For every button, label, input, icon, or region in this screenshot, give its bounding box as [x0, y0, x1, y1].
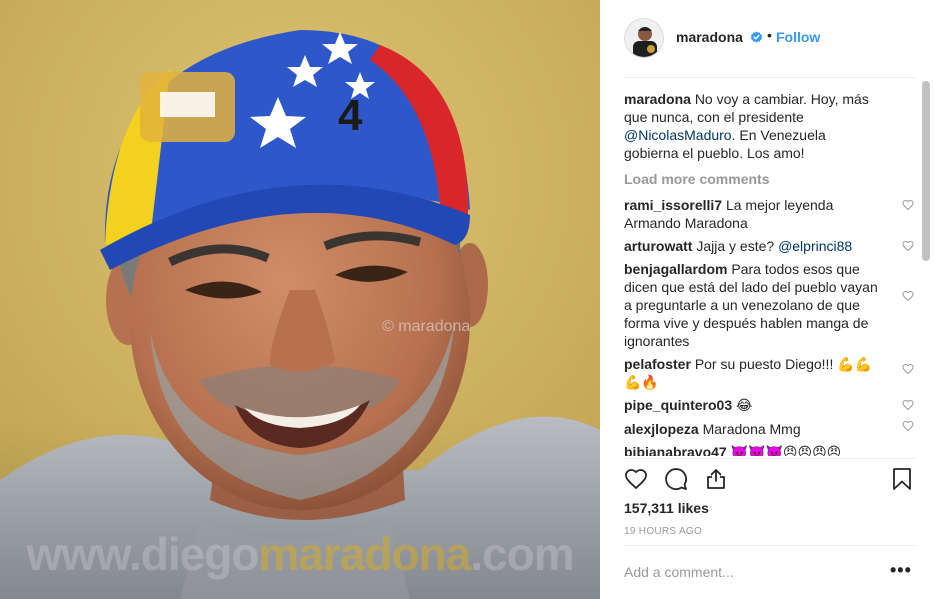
comment-username[interactable]: pelafoster: [624, 356, 691, 372]
comment-username[interactable]: alexjlopeza: [624, 421, 699, 437]
likes-count[interactable]: 157,311 likes: [624, 500, 709, 516]
comment-like-heart-icon[interactable]: [902, 363, 914, 375]
follow-button[interactable]: Follow: [776, 29, 820, 45]
more-options-icon[interactable]: •••: [890, 561, 912, 579]
post-caption: maradona No voy a cambiar. Hoy, más que …: [624, 90, 914, 162]
comment-username[interactable]: benjagallardom: [624, 261, 727, 277]
comment-item: pelafoster Por su puesto Diego!!! 💪💪💪🔥: [624, 355, 914, 391]
comments-list[interactable]: maradona No voy a cambiar. Hoy, más que …: [624, 90, 914, 456]
comment-mention-link[interactable]: @elprinci88: [778, 238, 852, 254]
comment-text: Maradona Mmg: [702, 421, 801, 437]
avatar[interactable]: [624, 18, 664, 58]
post-actions: [624, 467, 914, 493]
comment-icon[interactable]: [664, 467, 688, 491]
comment-item: benjagallardom Para todos esos que dicen…: [624, 260, 914, 350]
comment-username[interactable]: rami_issorelli7: [624, 197, 722, 213]
comments-scrollbar[interactable]: [922, 81, 930, 261]
caption-mention-link[interactable]: @NicolasMaduro: [624, 127, 732, 143]
comment-item: pipe_quintero03 😂: [624, 396, 914, 414]
share-icon[interactable]: [704, 467, 728, 491]
load-more-comments-button[interactable]: Load more comments: [624, 170, 914, 188]
comment-item: arturowatt Jajja y este? @elprinci88: [624, 237, 914, 255]
comment-text: 👿👿👿😠😠😠😠: [730, 444, 842, 456]
post-author-username[interactable]: maradona: [676, 29, 743, 45]
bookmark-icon[interactable]: [890, 467, 914, 491]
comment-item: alexjlopeza Maradona Mmg: [624, 420, 914, 438]
comment-like-heart-icon[interactable]: [902, 420, 914, 432]
comment-like-heart-icon[interactable]: [902, 290, 914, 302]
watermark-accent: maradona: [258, 528, 471, 580]
comment-username[interactable]: arturowatt: [624, 238, 692, 254]
verified-badge-icon: [750, 31, 763, 43]
comment-like-heart-icon[interactable]: [902, 240, 914, 252]
photo-illustration: 4: [0, 0, 600, 599]
comment-username[interactable]: pipe_quintero03: [624, 397, 732, 413]
comment-text: 😂: [736, 397, 753, 413]
header-separator: •: [767, 27, 772, 43]
post-header: maradona • Follow: [600, 0, 934, 77]
post-side-panel: maradona • Follow maradona No voy a camb…: [600, 0, 934, 599]
comment-item: rami_issorelli7 La mejor leyenda Armando…: [624, 196, 914, 232]
post-timestamp[interactable]: 19 HOURS AGO: [624, 526, 702, 537]
caption-username[interactable]: maradona: [624, 91, 691, 107]
actions-divider: [624, 458, 916, 459]
watermark-prefix: www.diego: [26, 528, 259, 580]
watermark-suffix: .com: [470, 528, 574, 580]
avatar-image: [625, 19, 663, 57]
photo-watermark-small: © maradona: [382, 318, 471, 335]
post-photo[interactable]: 4 © maradona www.diegomaradona.com: [0, 0, 600, 599]
photo-watermark-url: www.diegomaradona.com: [0, 527, 600, 581]
svg-text:4: 4: [338, 91, 363, 140]
comment-text: Jajja y este?: [696, 238, 775, 254]
add-comment-divider: [624, 545, 916, 546]
comment-like-heart-icon[interactable]: [902, 199, 914, 211]
heart-icon[interactable]: [624, 467, 648, 491]
comment-item: bibianabravo47 👿👿👿😠😠😠😠: [624, 443, 914, 456]
comment-username[interactable]: bibianabravo47: [624, 444, 727, 456]
comment-like-heart-icon[interactable]: [902, 399, 914, 411]
header-divider: [624, 77, 916, 78]
add-comment-input[interactable]: [624, 560, 874, 584]
